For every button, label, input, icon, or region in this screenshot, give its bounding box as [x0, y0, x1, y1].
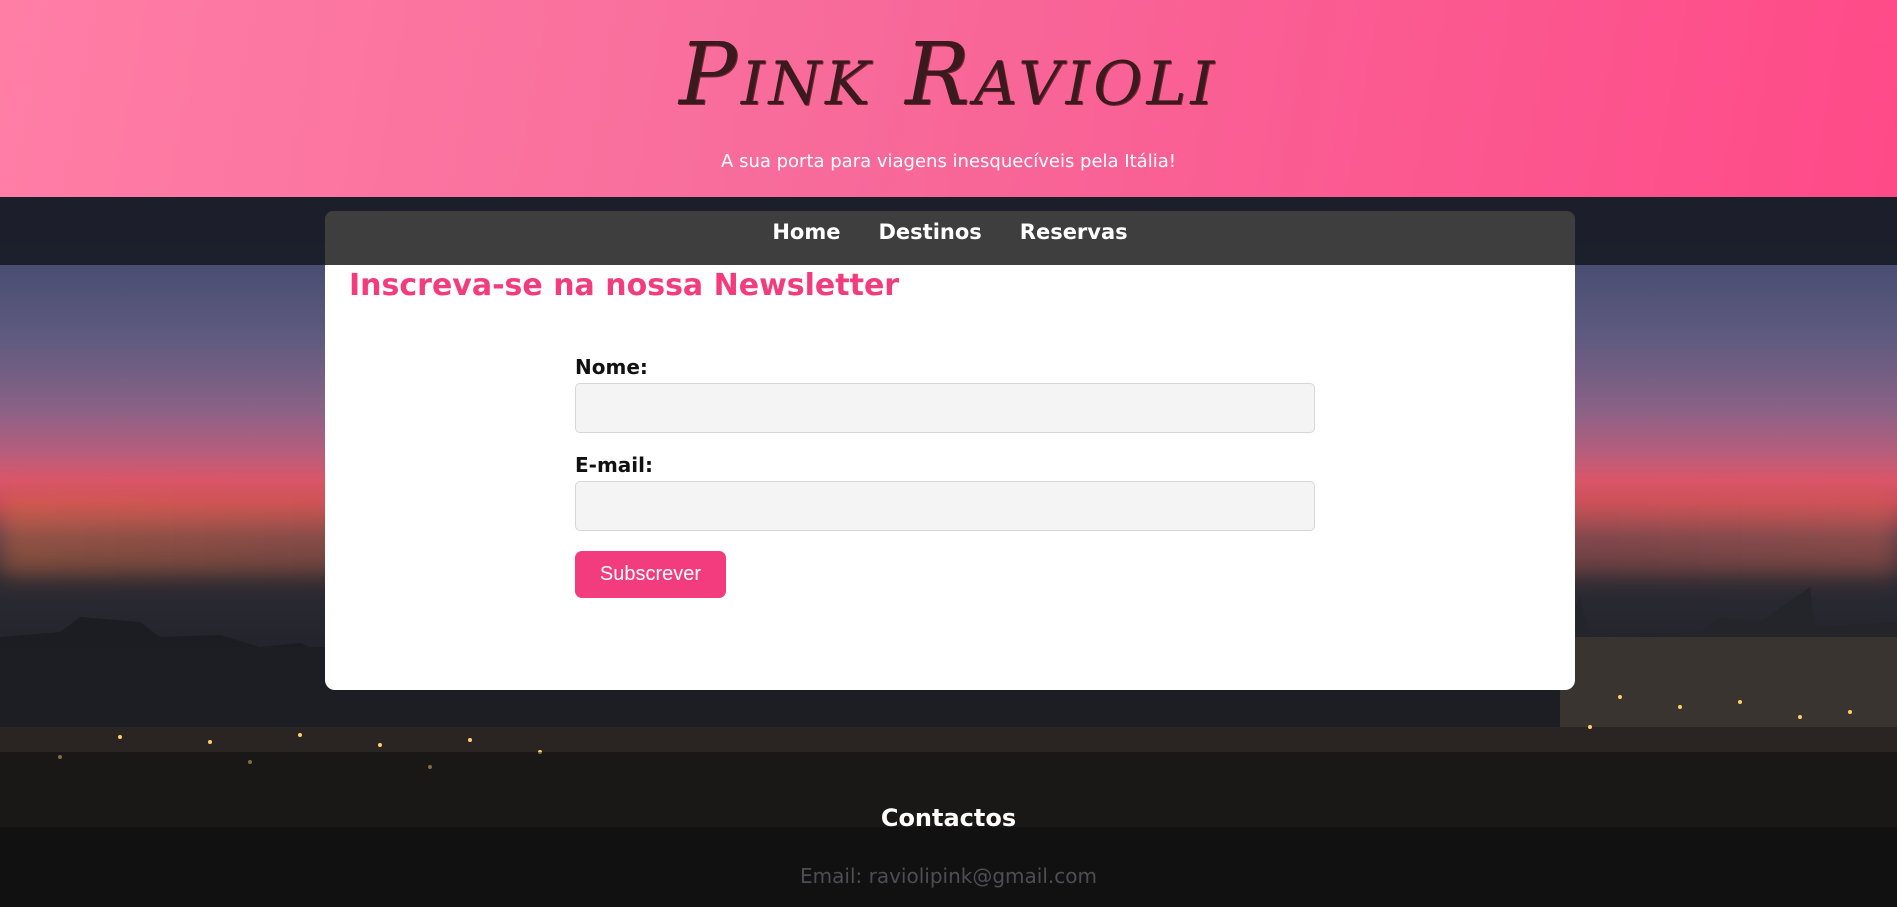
newsletter-title: Inscreva-se na nossa Newsletter — [349, 268, 900, 303]
site-logo[interactable]: Pink Ravioli — [0, 20, 1897, 130]
newsletter-form: Nome: E-mail: Subscrever — [575, 355, 1315, 598]
name-field[interactable] — [575, 383, 1315, 433]
email-label: E-mail: — [575, 453, 654, 477]
newsletter-card: Inscreva-se na nossa Newsletter Nome: E-… — [325, 265, 1575, 690]
footer-email: Email: raviolipink@gmail.com — [800, 864, 1097, 888]
site-header: Pink Ravioli A sua porta para viagens in… — [0, 0, 1897, 197]
site-tagline: A sua porta para viagens inesquecíveis p… — [721, 151, 1176, 172]
subscribe-button[interactable]: Subscrever — [575, 551, 726, 598]
site-footer: Contactos Email: raviolipink@gmail.com — [0, 752, 1897, 907]
nav-item-destinos[interactable]: Destinos — [878, 220, 981, 244]
name-label: Nome: — [575, 355, 648, 379]
email-field[interactable] — [575, 481, 1315, 531]
footer-title: Contactos — [880, 804, 1017, 832]
nav-item-home[interactable]: Home — [772, 220, 840, 244]
main-navbar: Home Destinos Reservas — [325, 211, 1575, 265]
nav-item-reservas[interactable]: Reservas — [1020, 220, 1128, 244]
